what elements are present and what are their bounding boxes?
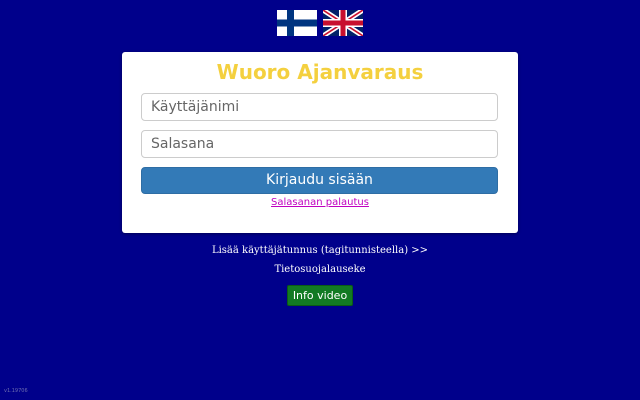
page: Wuoro Ajanvaraus Kirjaudu sisään Salasan… [0, 0, 640, 400]
login-card: Wuoro Ajanvaraus Kirjaudu sisään Salasan… [122, 52, 518, 233]
uk-flag-icon[interactable] [323, 10, 363, 36]
language-selector [0, 10, 640, 36]
version-label: v1.19706 [4, 388, 28, 394]
app-title: Wuoro Ajanvaraus [216, 60, 424, 84]
privacy-policy-link[interactable]: Tietosuojalauseke [0, 263, 640, 277]
finnish-flag-icon[interactable] [277, 10, 317, 36]
username-input[interactable] [141, 93, 498, 121]
login-button[interactable]: Kirjaudu sisään [141, 167, 498, 194]
add-user-link[interactable]: Lisää käyttäjätunnus (tagitunnisteella) … [0, 244, 640, 258]
info-video-button[interactable]: Info video [287, 285, 353, 306]
password-input[interactable] [141, 130, 498, 158]
password-reset-link[interactable]: Salasanan palautus [122, 196, 518, 210]
